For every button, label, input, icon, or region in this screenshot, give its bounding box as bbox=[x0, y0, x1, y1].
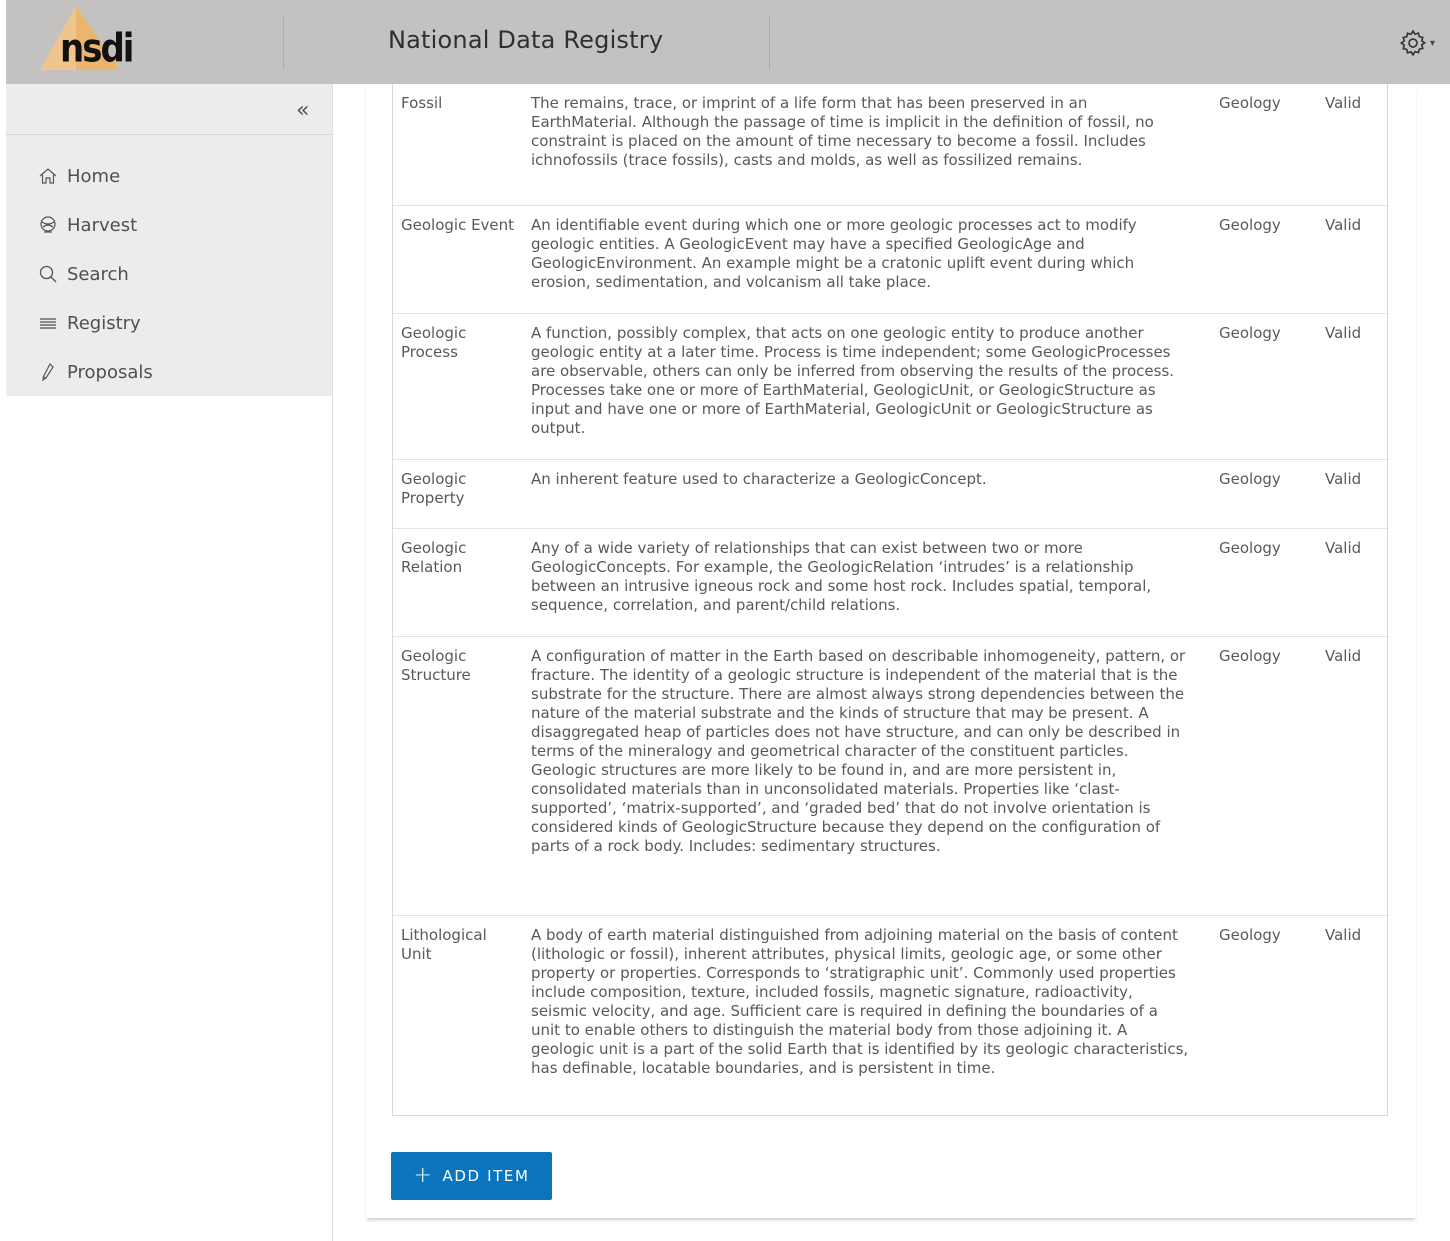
sidebar-item-label: Registry bbox=[67, 312, 141, 334]
plus-icon: + bbox=[413, 1163, 434, 1188]
sidebar-item-label: Home bbox=[67, 165, 121, 187]
table-row[interactable]: Geologic Event An identifiable event dur… bbox=[393, 206, 1389, 314]
item-domain: Geology bbox=[1219, 324, 1281, 342]
table-row[interactable]: Geologic Property An inherent feature us… bbox=[393, 460, 1389, 529]
item-status: Valid bbox=[1325, 647, 1362, 665]
sidebar-item-home[interactable]: Home bbox=[38, 161, 120, 191]
item-description: A configuration of matter in the Earth b… bbox=[531, 647, 1186, 855]
home-icon bbox=[38, 166, 58, 186]
item-status: Valid bbox=[1325, 324, 1362, 342]
header-divider bbox=[283, 16, 284, 70]
sidebar: « Home Harvest Search Registry Proposals bbox=[6, 84, 332, 396]
item-description: A body of earth material distinguished f… bbox=[531, 926, 1189, 1077]
item-name: Fossil bbox=[401, 94, 443, 112]
item-description: A function, possibly complex, that acts … bbox=[531, 324, 1175, 437]
item-name: Lithological Unit bbox=[401, 926, 487, 963]
logo-text: nsdi bbox=[60, 26, 134, 72]
registry-items-card: Fossil The remains, trace, or imprint of… bbox=[366, 84, 1416, 1218]
item-description: The remains, trace, or imprint of a life… bbox=[531, 94, 1154, 169]
item-status: Valid bbox=[1325, 216, 1362, 234]
table-row[interactable]: Geologic Process A function, possibly co… bbox=[393, 314, 1389, 460]
item-name: Geologic Process bbox=[401, 324, 467, 361]
item-status: Valid bbox=[1325, 470, 1362, 488]
item-name: Geologic Property bbox=[401, 470, 467, 507]
item-status: Valid bbox=[1325, 926, 1362, 944]
item-name: Geologic Structure bbox=[401, 647, 471, 684]
table-row[interactable]: Lithological Unit A body of earth materi… bbox=[393, 916, 1389, 1116]
table-row[interactable]: Fossil The remains, trace, or imprint of… bbox=[393, 84, 1389, 206]
item-status: Valid bbox=[1325, 539, 1362, 557]
sidebar-divider bbox=[6, 134, 332, 135]
item-description: Any of a wide variety of relationships t… bbox=[531, 539, 1152, 614]
search-icon bbox=[38, 264, 58, 284]
chevron-down-icon[interactable]: ▾ bbox=[1430, 38, 1435, 49]
sidebar-item-search[interactable]: Search bbox=[38, 259, 129, 289]
page-title: National Data Registry bbox=[388, 26, 664, 54]
gear-icon[interactable] bbox=[1398, 28, 1428, 58]
item-domain: Geology bbox=[1219, 216, 1281, 234]
nsdi-logo[interactable]: nsdi bbox=[36, 4, 146, 80]
items-table: Fossil The remains, trace, or imprint of… bbox=[392, 84, 1389, 1116]
item-description: An inherent feature used to characterize… bbox=[531, 470, 987, 488]
table-row[interactable]: Geologic Relation Any of a wide variety … bbox=[393, 529, 1389, 637]
sidebar-item-label: Proposals bbox=[67, 361, 153, 383]
add-item-label: ADD ITEM bbox=[442, 1167, 530, 1185]
sidebar-item-label: Search bbox=[67, 263, 129, 285]
list-icon bbox=[38, 313, 58, 333]
sidebar-item-label: Harvest bbox=[67, 214, 138, 236]
sidebar-border bbox=[332, 84, 333, 1241]
sidebar-item-proposals[interactable]: Proposals bbox=[38, 357, 153, 387]
item-name: Geologic Event bbox=[401, 216, 515, 234]
app-header: nsdi National Data Registry bbox=[6, 0, 1450, 84]
item-domain: Geology bbox=[1219, 470, 1281, 488]
item-name: Geologic Relation bbox=[401, 539, 467, 576]
sidebar-item-registry[interactable]: Registry bbox=[38, 308, 141, 338]
item-domain: Geology bbox=[1219, 539, 1281, 557]
pen-icon bbox=[38, 362, 58, 382]
item-domain: Geology bbox=[1219, 647, 1281, 665]
item-status: Valid bbox=[1325, 94, 1362, 112]
item-domain: Geology bbox=[1219, 94, 1281, 112]
item-domain: Geology bbox=[1219, 926, 1281, 944]
sidebar-item-harvest[interactable]: Harvest bbox=[38, 210, 137, 240]
item-description: An identifiable event during which one o… bbox=[531, 216, 1137, 291]
harvest-icon bbox=[38, 215, 58, 235]
table-row[interactable]: Geologic Structure A configuration of ma… bbox=[393, 637, 1389, 916]
add-item-button[interactable]: + ADD ITEM bbox=[391, 1152, 552, 1200]
header-divider bbox=[769, 16, 770, 70]
double-chevron-left-icon[interactable]: « bbox=[296, 98, 309, 123]
